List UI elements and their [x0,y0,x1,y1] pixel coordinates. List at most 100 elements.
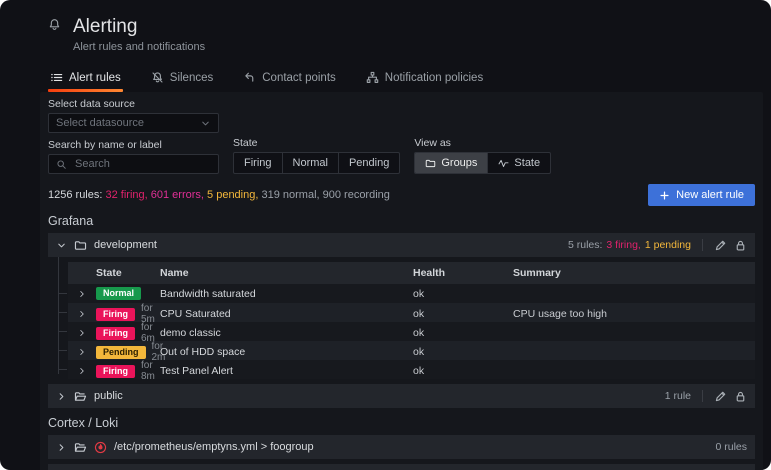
chevron-down-icon[interactable] [56,240,67,251]
state-firing-button[interactable]: Firing [234,153,283,173]
table-row[interactable]: Firingfor 5m CPU Saturated ok CPU usage … [68,303,755,322]
sitemap-icon [366,71,379,84]
table-row[interactable]: Pendingfor 2m Out of HDD space ok [68,341,755,360]
rule-name: Bandwidth saturated [160,288,413,300]
folder-icon [425,158,436,169]
rules-stats: 1256 rules: 32 firing, 601 errors, 5 pen… [48,189,390,201]
state-pending-button[interactable]: Pending [339,153,399,173]
tab-notification-policies[interactable]: Notification policies [364,67,485,92]
group-rule-stats: 5 rules: 3 firing, 1 pending [568,239,691,251]
lock-icon [734,390,747,403]
rule-name: Test Panel Alert [160,365,413,377]
cortex-group-mygroup[interactable]: /etc/prometheus/emptyns.yml > mygroup 2 … [48,464,755,470]
chevron-right-icon[interactable] [56,391,67,402]
prometheus-icon [94,441,107,454]
status-badge: Firing [96,327,135,340]
chevron-right-icon[interactable] [77,289,87,299]
state-filter: State Firing Normal Pending [233,137,400,174]
search-box [48,154,219,174]
datasource-label: Select data source [48,98,755,110]
table-row[interactable]: Normal Bandwidth saturated ok [68,284,755,303]
folder-group-development[interactable]: development 5 rules: 3 firing, 1 pending [48,233,755,257]
table-row[interactable]: Firingfor 6m demo classic ok [68,322,755,341]
status-badge: Pending [96,346,146,359]
list-icon [50,71,63,84]
rule-name: Out of HDD space [160,346,413,358]
folder-group-public[interactable]: public 1 rule [48,384,755,408]
tab-alert-rules[interactable]: Alert rules [48,67,123,92]
tab-label: Alert rules [69,72,121,84]
page-header: Alerting Alert rules and notifications [0,0,771,53]
edit-icon[interactable] [714,239,727,252]
stat-pending: 5 pending, [207,189,258,201]
search-icon [56,159,67,170]
new-alert-rule-button[interactable]: New alert rule [648,184,755,206]
group-rule-stats: 0 rules [715,441,747,453]
view-state-button[interactable]: State [488,153,550,173]
alert-rules-panel: Select data source Select datasource Sea… [40,92,763,470]
col-name: Name [160,267,413,279]
corner-arrow-icon [243,71,256,84]
col-summary: Summary [513,267,755,279]
status-badge: Firing [96,365,135,378]
alerting-page: Alerting Alert rules and notifications A… [0,0,771,470]
folder-open-icon [74,441,87,454]
page-title: Alerting [73,16,205,38]
lock-icon [734,239,747,252]
chevron-right-icon[interactable] [77,328,87,338]
search-filter: Search by name or label [48,139,219,174]
stat-firing: 32 firing, [106,189,148,201]
tab-contact-points[interactable]: Contact points [241,67,338,92]
datasource-filter: Select data source Select datasource [48,98,755,133]
datasource-select[interactable]: Select datasource [48,113,219,133]
chevron-right-icon[interactable] [77,347,87,357]
view-as-filter: View as Groups State [414,137,551,174]
col-state: State [96,267,160,279]
view-as-group: Groups State [414,152,551,174]
folder-open-icon [74,390,87,403]
chevron-right-icon[interactable] [56,442,67,453]
alerting-bell-icon [48,18,61,31]
divider [702,390,703,402]
table-header: State Name Health Summary [68,262,755,284]
chevron-right-icon[interactable] [77,366,87,376]
page-subtitle: Alert rules and notifications [73,41,205,53]
group-name: /etc/prometheus/emptyns.yml > foogroup [114,441,314,453]
search-label: Search by name or label [48,139,219,151]
rule-name: CPU Saturated [160,308,413,320]
status-badge: Firing [96,308,135,321]
section-cortex-loki: Cortex / Loki [48,416,755,430]
datasource-placeholder: Select datasource [56,117,144,129]
alert-rules-table: State Name Health Summary Normal Bandwid… [68,262,755,379]
waveform-icon [498,158,509,169]
chevron-down-icon [200,118,211,129]
bell-slash-icon [151,71,164,84]
stat-errors: 601 errors, [151,189,204,201]
tab-label: Notification policies [385,72,483,84]
state-filter-group: Firing Normal Pending [233,152,400,174]
tab-label: Silences [170,72,213,84]
status-badge: Normal [96,287,141,300]
tab-silences[interactable]: Silences [149,67,215,92]
view-as-label: View as [414,137,551,149]
cortex-group-foogroup[interactable]: /etc/prometheus/emptyns.yml > foogroup 0… [48,435,755,459]
chevron-right-icon[interactable] [77,309,87,319]
folder-name: development [94,239,157,251]
rule-name: demo classic [160,327,413,339]
edit-icon[interactable] [714,390,727,403]
col-health: Health [413,267,513,279]
tab-bar: Alert rules Silences Contact points Noti… [48,67,771,92]
state-filter-label: State [233,137,400,149]
group-rule-stats: 1 rule [665,390,691,402]
plus-icon [659,190,670,201]
view-groups-button[interactable]: Groups [415,153,488,173]
folder-name: public [94,390,123,402]
folder-icon [74,239,87,252]
table-row[interactable]: Firingfor 8m Test Panel Alert ok [68,360,755,379]
stat-rest: 319 normal, 900 recording [261,189,389,201]
indent-guide [58,257,59,374]
state-normal-button[interactable]: Normal [283,153,339,173]
divider [702,239,703,251]
section-grafana: Grafana [48,214,755,228]
search-input[interactable] [73,157,211,171]
